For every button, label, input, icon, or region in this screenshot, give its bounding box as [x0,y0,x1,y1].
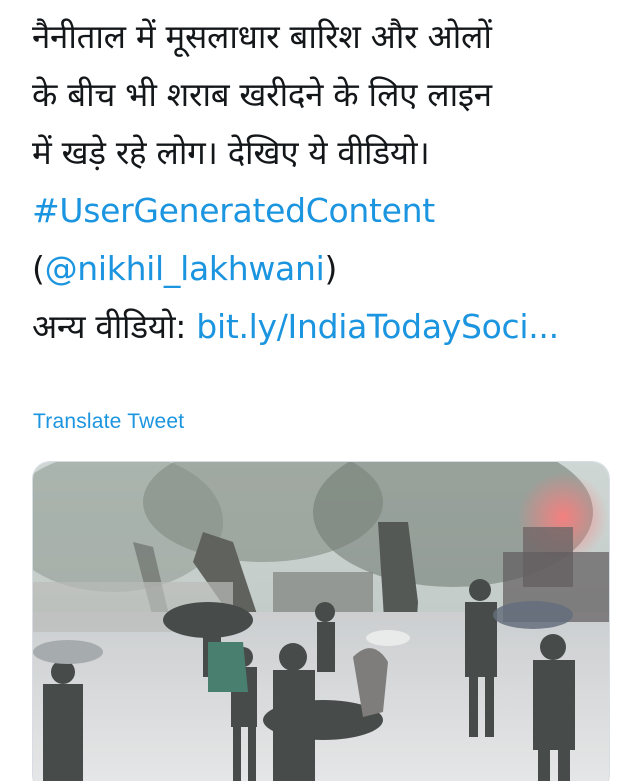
video-thumbnail[interactable] [32,461,610,781]
mention-close-paren: ) [324,249,338,288]
hashtag-line: #UserGeneratedContent [32,182,622,240]
mention-open-paren: ( [32,249,45,288]
tweet-text-line: नैनीताल में मूसलाधार बारिश और ओलों [32,17,492,56]
more-videos-line: अन्य वीडियो: bit.ly/IndiaTodaySoci... [32,298,622,356]
more-videos-link[interactable]: bit.ly/IndiaTodaySoci... [196,307,559,346]
mention-link[interactable]: @nikhil_lakhwani [45,249,325,288]
video-thumbnail-image [33,462,609,781]
tweet-text-line: के बीच भी शराब खरीदने के लिए लाइन [32,75,492,114]
tweet-text: नैनीताल में मूसलाधार बारिश और ओलों के बी… [32,8,622,356]
tweet-text-line: में खड़े रहे लोग। देखिए ये वीडियो। [32,133,430,172]
hashtag-link[interactable]: #UserGeneratedContent [32,191,435,230]
mention-line: (@nikhil_lakhwani) [32,240,622,298]
more-videos-label: अन्य वीडियो: [32,307,187,346]
translate-tweet-link[interactable]: Translate Tweet [33,410,184,434]
